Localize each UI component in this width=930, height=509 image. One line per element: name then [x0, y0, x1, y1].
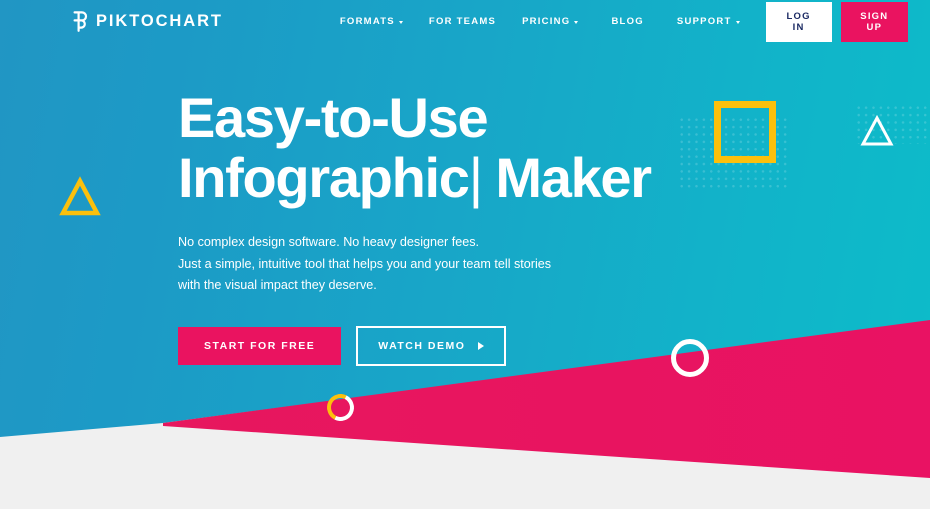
headline-line-2: Infographic| Maker — [178, 148, 798, 208]
hero-subtext: No complex design software. No heavy des… — [178, 232, 798, 297]
nav-item-label: BLOG — [611, 16, 644, 27]
primary-navigation: FORMATS FOR TEAMS PRICING BLOG SUPPORT — [340, 10, 766, 33]
headline-typed-word: Infographic — [178, 146, 470, 209]
nav-item-support[interactable]: SUPPORT — [677, 10, 740, 33]
nav-item-blog[interactable]: BLOG — [611, 10, 643, 33]
sign-up-button[interactable]: SIGN UP — [840, 1, 908, 42]
brand-name: PIKTOCHART — [96, 12, 223, 30]
start-for-free-button[interactable]: START FOR FREE — [178, 326, 342, 365]
headline-tail: Maker — [481, 146, 652, 209]
piktochart-p-mark-icon — [73, 11, 88, 32]
subtext-line-3: with the visual impact they deserve. — [178, 278, 377, 292]
chevron-down-icon — [398, 21, 403, 24]
nav-item-formats[interactable]: FORMATS — [340, 10, 403, 33]
headline-line-1: Easy-to-Use — [178, 86, 489, 149]
hero-section: Easy-to-Use Infographic| Maker No comple… — [178, 88, 798, 366]
nav-item-for-teams[interactable]: FOR TEAMS — [429, 10, 496, 33]
nav-item-pricing[interactable]: PRICING — [522, 10, 579, 33]
log-in-button[interactable]: LOG IN — [765, 1, 832, 42]
white-triangle-outline — [860, 114, 894, 147]
chevron-down-icon — [574, 21, 579, 24]
subtext-line-2: Just a simple, intuitive tool that helps… — [178, 256, 552, 271]
hero-cta-group: START FOR FREE WATCH DEMO — [178, 325, 798, 366]
nav-item-label: FORMATS — [339, 16, 395, 27]
nav-item-label: FOR TEAMS — [428, 16, 497, 27]
page-title: Easy-to-Use Infographic| Maker — [178, 88, 798, 208]
chevron-down-icon — [735, 21, 740, 24]
site-header: PIKTOCHART FORMATS FOR TEAMS PRICING BLO… — [0, 0, 930, 43]
watch-demo-button[interactable]: WATCH DEMO — [356, 325, 507, 366]
play-triangle-icon — [478, 341, 485, 350]
auth-button-group: LOG IN SIGN UP — [765, 1, 908, 42]
brand-logo[interactable]: PIKTOCHART — [73, 11, 223, 32]
nav-item-label: PRICING — [522, 16, 571, 27]
subtext-line-1: No complex design software. No heavy des… — [178, 235, 480, 249]
watch-demo-label: WATCH DEMO — [378, 339, 466, 352]
yellow-triangle-outline — [59, 176, 101, 216]
nav-item-label: SUPPORT — [676, 16, 732, 27]
landing-page: PIKTOCHART FORMATS FOR TEAMS PRICING BLO… — [0, 0, 930, 509]
typing-cursor: | — [468, 146, 483, 209]
